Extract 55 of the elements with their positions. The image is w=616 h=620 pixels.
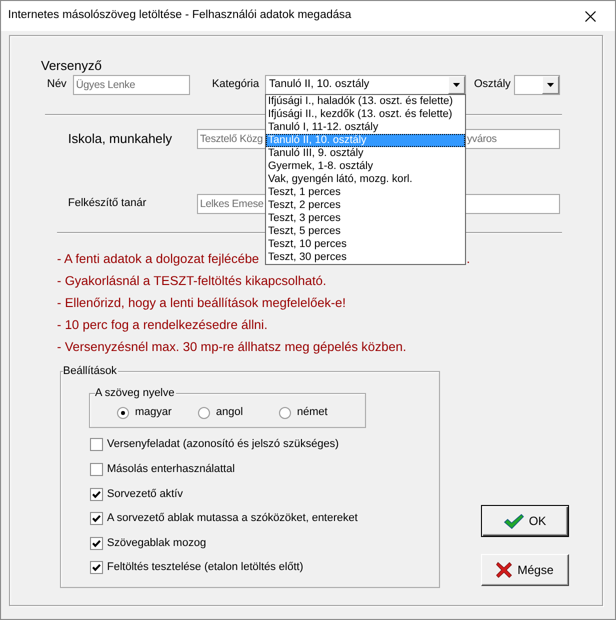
field-label: Kategória [212, 78, 260, 92]
dropdown-option[interactable]: Ifjúsági I., haladók (13. oszt. és felette) [266, 95, 465, 108]
dropdown-option[interactable]: Teszt, 30 perces [266, 251, 465, 264]
checkbox-label[interactable]: Sorvezető aktív [107, 488, 183, 501]
window-title: Internetes másolószöveg letöltése - Felhasználói adatok megadása [8, 9, 352, 23]
note-text: - Versenyzésnél max. 30 mp-re állhatsz meg gépelés közben. [57, 338, 408, 356]
radio-label[interactable]: német [297, 406, 328, 420]
checkbox[interactable] [90, 488, 103, 501]
checkbox[interactable] [90, 561, 103, 574]
close-icon[interactable] [585, 10, 596, 22]
checkmark-icon [504, 514, 524, 528]
field-label: Osztály [474, 78, 512, 92]
ok-button[interactable]: OK [481, 505, 569, 537]
name-field[interactable]: Ügyes Lenke [73, 75, 190, 95]
section-heading: Versenyző [41, 58, 102, 74]
note-text: - 10 perc fog a rendelkezésedre állni. [57, 316, 269, 334]
dropdown-option[interactable]: Ifjúsági II., kezdők (13. oszt. és felette) [266, 108, 465, 121]
checkbox-label[interactable]: A sorvezető ablak mutassa a szóközöket, entereket [107, 512, 358, 526]
dropdown-option[interactable]: Vak, gyengén látó, mozg. korl. [266, 173, 465, 186]
dropdown-button[interactable] [448, 76, 465, 94]
dropdown-option[interactable]: Teszt, 5 perces [266, 225, 465, 238]
radio-button[interactable] [279, 407, 291, 419]
caret-icon [547, 83, 554, 87]
checkbox-label[interactable]: Másolás enterhasználattal [107, 462, 235, 476]
note-text: - Ellenőrizd, hogy a lenti beállítások megfelelőek-e! [57, 294, 347, 312]
cross-icon [496, 562, 512, 578]
dropdown-option[interactable]: Tanuló III, 9. osztály [266, 147, 465, 160]
checkbox[interactable] [90, 512, 103, 526]
radio-label[interactable]: magyar [135, 406, 172, 420]
note-text: - Gyakorlásnál a TESZT-feltöltés kikapcsolható. [57, 272, 328, 290]
note-text: . [466, 250, 470, 268]
dropdown-option[interactable]: Teszt, 3 perces [266, 212, 465, 225]
checkbox-label[interactable]: Szövegablak mozog [107, 536, 206, 550]
dropdown-option[interactable]: Teszt, 10 perces [266, 238, 465, 251]
checkbox-label[interactable]: Versenyfeladat (azonosító és jelszó szükséges) [107, 438, 339, 452]
note-text: - A fenti adatok a dolgozat fejlécébe [57, 250, 260, 268]
group-caption: A szöveg nyelve [95, 387, 176, 400]
checkbox[interactable] [90, 463, 103, 476]
field-label: Név [47, 78, 68, 92]
dropdown-option[interactable]: Teszt, 1 perces [266, 186, 465, 199]
class-combo[interactable] [514, 75, 560, 95]
field-label: Iskola, munkahely [68, 131, 174, 147]
field-label: Felkészítő tanár [68, 197, 148, 211]
dropdown-option[interactable]: Gyermek, 1-8. osztály [266, 160, 465, 173]
caret-icon [453, 83, 460, 87]
radio-button[interactable] [198, 407, 210, 419]
cancel-button[interactable]: Mégse [481, 554, 569, 586]
radio-label[interactable]: angol [216, 406, 243, 420]
checkbox[interactable] [90, 438, 103, 452]
dropdown-option[interactable]: Teszt, 2 perces [266, 199, 465, 212]
radio-button[interactable] [117, 407, 129, 419]
category-combo[interactable]: Tanuló II, 10. osztály [265, 75, 466, 95]
dropdown-button[interactable] [542, 76, 559, 94]
checkbox-label[interactable]: Feltöltés tesztelése (etalon letöltés előtt) [107, 561, 304, 575]
checkbox[interactable] [90, 536, 103, 550]
